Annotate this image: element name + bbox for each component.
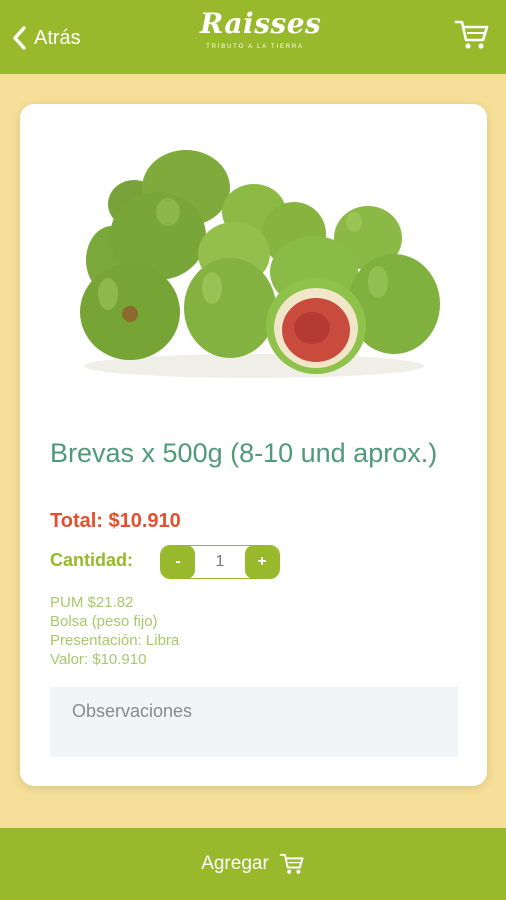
product-card: Brevas x 500g (8-10 und aprox.) Total: $… <box>20 104 487 786</box>
quantity-stepper: - 1 + <box>160 545 280 579</box>
back-label: Atrás <box>34 26 81 49</box>
detail-packaging: Bolsa (peso fijo) <box>50 613 158 630</box>
detail-presentation: Presentación: Libra <box>50 632 180 649</box>
chevron-left-icon <box>13 26 26 50</box>
product-title: Brevas x 500g (8-10 und aprox.) <box>50 438 438 468</box>
logo-tagline: TRIBUTO A LA TIERRA <box>206 44 304 50</box>
top-bar: Atrás Raisses TRIBUTO A LA TIERRA <box>0 0 506 74</box>
brand-logo: Raisses TRIBUTO A LA TIERRA <box>200 7 322 64</box>
product-image <box>68 142 440 388</box>
decrement-button[interactable]: - <box>161 546 195 578</box>
cart-icon <box>279 853 304 874</box>
increment-button[interactable]: + <box>245 546 279 578</box>
product-details: PUM $21.82 Bolsa (peso fijo) Presentació… <box>50 593 179 669</box>
back-button[interactable]: Atrás <box>10 22 81 54</box>
logo-wordmark: Raisses <box>200 7 322 40</box>
quantity-value: 1 <box>215 553 225 570</box>
add-label: Agregar <box>201 853 269 874</box>
quantity-label: Cantidad: <box>50 550 133 570</box>
observations-field[interactable] <box>50 687 458 757</box>
cart-icon[interactable] <box>454 18 490 52</box>
product-total: Total: $10.910 <box>50 510 181 532</box>
detail-pum: PUM $21.82 <box>50 594 134 611</box>
add-to-cart-button[interactable]: Agregar <box>0 828 506 900</box>
detail-value: Valor: $10.910 <box>50 651 147 668</box>
